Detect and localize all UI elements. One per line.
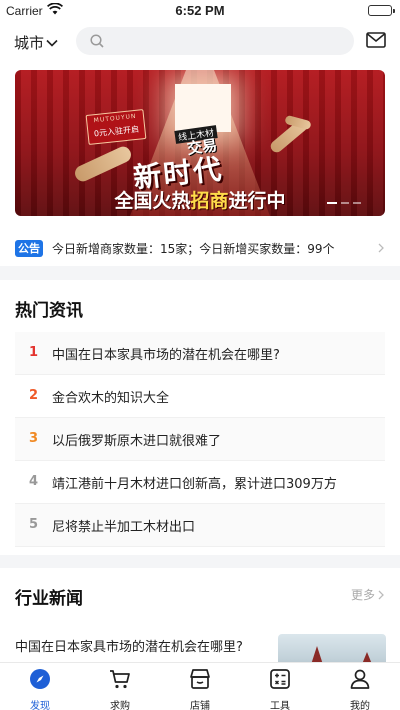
tab-label: 发现 bbox=[30, 701, 50, 710]
city-label: 城市 bbox=[14, 34, 45, 52]
calculator-icon bbox=[270, 669, 290, 689]
rank-number: 4 bbox=[29, 474, 39, 489]
news-title: 尼将禁止半加工木材出口 bbox=[52, 520, 196, 535]
chevron-right-icon bbox=[378, 243, 384, 253]
chevron-down-icon bbox=[46, 39, 58, 47]
mail-icon[interactable] bbox=[366, 32, 386, 52]
rank-number: 2 bbox=[29, 388, 39, 403]
compass-icon bbox=[30, 669, 50, 689]
plate-text: 0元入驻开启 bbox=[93, 124, 140, 139]
carousel-indicator bbox=[327, 202, 361, 204]
rank-number: 5 bbox=[29, 517, 39, 532]
section-title: 行业新闻 bbox=[15, 589, 83, 609]
light-door-graphic bbox=[175, 84, 231, 132]
news-title: 中国在日本家具市场的潜在机会在哪里? bbox=[52, 348, 280, 363]
promo-banner[interactable]: MUTOUYUN 0元入驻开启 线上木材 交易 新时代 全国火热招商进行中 bbox=[15, 70, 385, 216]
bottom-tab-bar: 发现 求购 店铺 工具 我的 bbox=[0, 662, 400, 710]
tab-label: 我的 bbox=[350, 701, 370, 710]
section-title: 热门资讯 bbox=[15, 301, 83, 321]
tab-store[interactable]: 店铺 bbox=[160, 663, 240, 710]
list-item[interactable]: 4 靖江港前十月木材进口创新高，累计进口309万方 bbox=[15, 461, 385, 504]
cart-icon bbox=[110, 670, 130, 689]
notice-text: 今日新增商家数量：15家；今日新增买家数量：99个 bbox=[52, 242, 335, 256]
battery-icon bbox=[368, 5, 395, 16]
tab-profile[interactable]: 我的 bbox=[320, 663, 400, 710]
hot-news-list: 1 中国在日本家具市场的潜在机会在哪里? 2 金合欢木的知识大全 3 以后俄罗斯… bbox=[15, 332, 385, 547]
notice-bar[interactable]: 公告 今日新增商家数量：15家；今日新增买家数量：99个 bbox=[0, 230, 400, 266]
tab-label: 求购 bbox=[110, 701, 130, 710]
person-icon bbox=[350, 669, 370, 689]
more-link[interactable]: 更多 bbox=[351, 586, 384, 603]
list-item[interactable]: 1 中国在日本家具市场的潜在机会在哪里? bbox=[15, 332, 385, 375]
more-label: 更多 bbox=[350, 588, 375, 602]
tab-discover[interactable]: 发现 bbox=[0, 663, 80, 710]
store-icon bbox=[190, 669, 210, 689]
search-input[interactable] bbox=[112, 31, 342, 51]
search-icon bbox=[90, 34, 104, 48]
tab-label: 工具 bbox=[270, 701, 290, 710]
hot-news-section: 热门资讯 1 中国在日本家具市场的潜在机会在哪里? 2 金合欢木的知识大全 3 … bbox=[0, 280, 400, 555]
news-title: 靖江港前十月木材进口创新高，累计进口309万方 bbox=[52, 477, 337, 492]
search-box[interactable] bbox=[76, 27, 354, 55]
list-item[interactable]: 3 以后俄罗斯原木进口就很难了 bbox=[15, 418, 385, 461]
city-selector[interactable]: 城市 bbox=[14, 32, 58, 53]
rank-number: 3 bbox=[29, 431, 39, 446]
list-item[interactable]: 5 尼将禁止半加工木材出口 bbox=[15, 504, 385, 547]
clock: 6:52 PM bbox=[175, 3, 225, 18]
banner-section: MUTOUYUN 0元入驻开启 线上木材 交易 新时代 全国火热招商进行中 bbox=[0, 62, 400, 230]
list-item[interactable]: 2 金合欢木的知识大全 bbox=[15, 375, 385, 418]
tab-purchase[interactable]: 求购 bbox=[80, 663, 160, 710]
chevron-right-icon bbox=[378, 590, 384, 599]
news-title: 金合欢木的知识大全 bbox=[52, 391, 170, 406]
banner-slogan: 全国火热招商进行中 bbox=[114, 190, 286, 212]
rank-number: 1 bbox=[29, 345, 39, 360]
top-bar: 城市 bbox=[0, 22, 400, 62]
news-title[interactable]: 中国在日本家具市场的潜在机会在哪里? bbox=[15, 638, 263, 657]
promo-plate: MUTOUYUN 0元入驻开启 bbox=[85, 109, 147, 145]
status-bar: Carrier 6:52 PM bbox=[0, 0, 400, 22]
tab-label: 店铺 bbox=[190, 701, 210, 710]
notice-badge: 公告 bbox=[15, 240, 43, 257]
tab-tools[interactable]: 工具 bbox=[240, 663, 320, 710]
news-title: 以后俄罗斯原木进口就很难了 bbox=[52, 434, 222, 449]
